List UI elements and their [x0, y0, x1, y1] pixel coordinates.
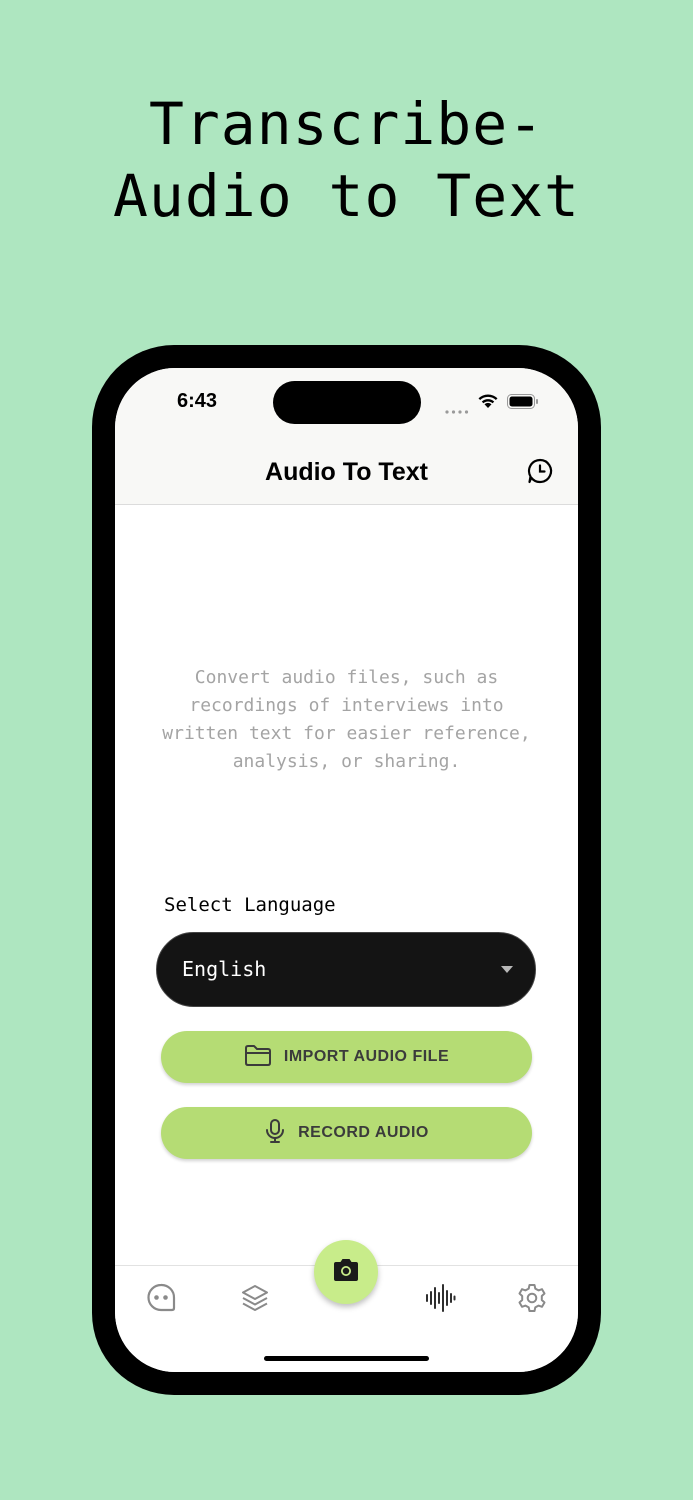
- import-audio-file-button[interactable]: IMPORT AUDIO FILE: [161, 1031, 532, 1083]
- record-audio-button[interactable]: RECORD AUDIO: [161, 1107, 532, 1159]
- description-text: Convert audio files, such as recordings …: [162, 667, 531, 772]
- chat-icon[interactable]: [145, 1282, 177, 1319]
- page-title: Audio To Text: [265, 458, 428, 486]
- camera-icon: [331, 1257, 361, 1288]
- microphone-icon: [264, 1118, 286, 1149]
- settings-gear-icon[interactable]: [516, 1282, 548, 1319]
- home-indicator: [264, 1356, 429, 1361]
- signal-dots-icon: [445, 401, 469, 414]
- app-screen: 6:43 Audio To Text Convert audio files, …: [115, 368, 578, 1372]
- wifi-icon: [477, 392, 499, 414]
- phone-frame: 6:43 Audio To Text Convert audio files, …: [92, 345, 601, 1395]
- navigation-bar: Audio To Text: [115, 448, 578, 505]
- chevron-down-icon: [501, 966, 513, 973]
- layers-icon[interactable]: [239, 1282, 271, 1319]
- promo-title: Transcribe- Audio to Text: [113, 90, 580, 230]
- status-bar: 6:43: [115, 368, 578, 448]
- language-selected-value: English: [182, 957, 267, 981]
- camera-button[interactable]: [314, 1240, 378, 1304]
- folder-icon: [244, 1043, 272, 1072]
- import-button-label: IMPORT AUDIO FILE: [283, 1048, 450, 1065]
- record-button-label: RECORD AUDIO: [298, 1124, 429, 1141]
- language-select[interactable]: English: [156, 932, 536, 1007]
- history-clock-icon[interactable]: [525, 456, 555, 491]
- select-language-label: Select Language: [164, 894, 336, 916]
- status-time: 6:43: [177, 390, 218, 412]
- battery-icon: [507, 394, 539, 414]
- dynamic-island: [273, 381, 421, 424]
- waveform-icon[interactable]: [424, 1282, 456, 1319]
